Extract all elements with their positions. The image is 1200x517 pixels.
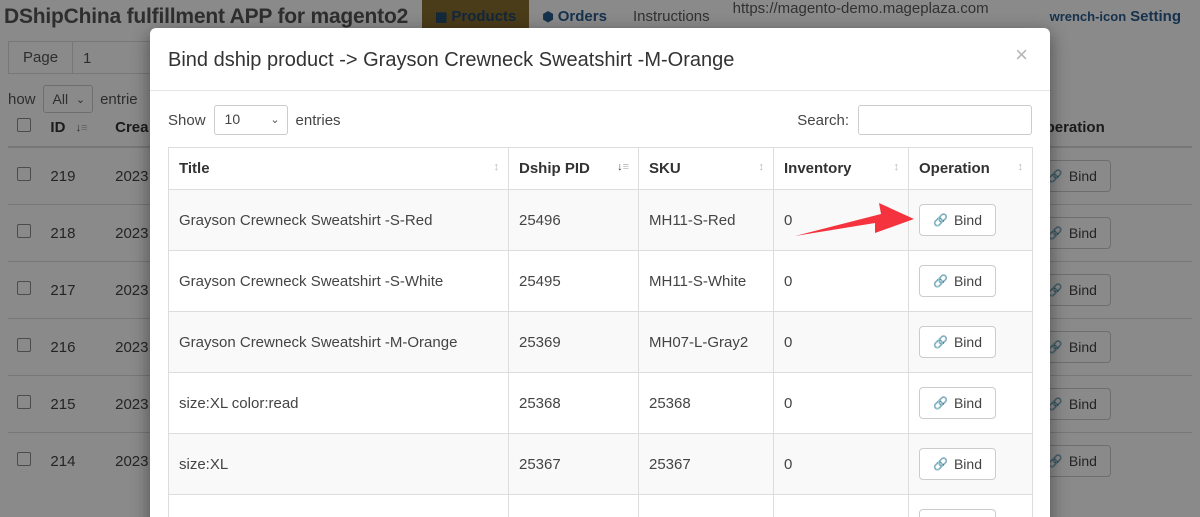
modal-header: Bind dship product -> Grayson Crewneck S… [150,28,1050,91]
cell-operation: 🔗 Bind [908,494,1033,517]
entries-label: entries [295,111,341,129]
cell-inventory: 0 [773,494,909,517]
entries-select[interactable]: 10 [213,105,288,135]
screen: DShipChina fulfillment APP for magento2 … [0,0,1200,517]
link-icon: 🔗 [933,335,948,349]
table-row: 成衣染色的柔软化节棉连帽衫（灰色） 25364 25364 0 🔗 Bind [168,494,1033,517]
cell-sku: MH07-L-Gray2 [638,311,774,373]
table-row: Grayson Crewneck Sweatshirt -S-White 254… [168,250,1033,312]
cell-inventory: 0 [773,372,909,434]
bind-button[interactable]: 🔗 Bind [919,204,996,236]
cell-inventory: 0 [773,189,909,251]
entries-select-wrap[interactable]: 10 ⌄ [213,105,288,135]
cell-title: Grayson Crewneck Sweatshirt -S-White [168,250,509,312]
cell-title: size:XL color:read [168,372,509,434]
bind-button-label: Bind [953,212,982,228]
cell-dship-pid: 25368 [508,372,639,434]
show-label: Show [168,111,206,129]
cell-title: Grayson Crewneck Sweatshirt -M-Orange [168,311,509,373]
bind-button[interactable]: 🔗 Bind [919,265,996,297]
bind-button-label: Bind [953,273,982,289]
cell-sku: MH11-S-Red [638,189,774,251]
column-header-title-label: Title [179,160,210,177]
bind-button[interactable]: 🔗 Bind [919,326,996,358]
cell-sku: 25368 [638,372,774,434]
column-header-title[interactable]: Title ↕ [168,147,509,190]
bind-product-modal: Bind dship product -> Grayson Crewneck S… [150,28,1050,517]
column-header-sku[interactable]: SKU ↕ [638,147,774,190]
search-input[interactable] [858,105,1032,135]
link-icon: 🔗 [933,274,948,288]
cell-dship-pid: 25495 [508,250,639,312]
cell-operation: 🔗 Bind [908,372,1033,434]
cell-dship-pid: 25367 [508,433,639,495]
cell-title: 成衣染色的柔软化节棉连帽衫（灰色） [168,494,509,517]
table-row: size:XL 25367 25367 0 🔗 Bind [168,433,1033,495]
cell-dship-pid: 25364 [508,494,639,517]
cell-inventory: 0 [773,311,909,373]
datatable-head: Title ↕ Dship PID ↓≡ SKU ↕ Inventory ↕ O… [168,147,1033,190]
cell-dship-pid: 25496 [508,189,639,251]
column-header-inventory[interactable]: Inventory ↕ [773,147,909,190]
column-header-dship-pid-label: Dship PID [519,160,590,177]
column-header-operation[interactable]: Operation ↕ [908,147,1033,190]
bind-button[interactable]: 🔗 Bind [919,509,996,517]
table-row: Grayson Crewneck Sweatshirt -M-Orange 25… [168,311,1033,373]
cell-dship-pid: 25369 [508,311,639,373]
link-icon: 🔗 [933,213,948,227]
dship-products-table: Title ↕ Dship PID ↓≡ SKU ↕ Inventory ↕ O… [168,147,1033,517]
modal-body: Show 10 ⌄ entries Search: Title ↕ Dship … [150,91,1050,517]
sort-icon-dship-pid-desc: ↓≡ [617,161,629,173]
datatable-header-row: Title ↕ Dship PID ↓≡ SKU ↕ Inventory ↕ O… [168,147,1033,190]
cell-sku: MH11-S-White [638,250,774,312]
sort-icon-inventory: ↕ [893,161,900,173]
cell-inventory: 0 [773,250,909,312]
sort-icon-operation: ↕ [1017,161,1024,173]
show-entries-control: Show 10 ⌄ entries [168,105,341,135]
table-row: Grayson Crewneck Sweatshirt -S-Red 25496… [168,189,1033,251]
datatable-controls: Show 10 ⌄ entries Search: [168,105,1032,135]
column-header-inventory-label: Inventory [784,160,852,177]
datatable-body: Grayson Crewneck Sweatshirt -S-Red 25496… [168,189,1033,517]
search-control: Search: [797,105,1032,135]
link-icon: 🔗 [933,396,948,410]
cell-title: size:XL [168,433,509,495]
bind-button-label: Bind [953,395,982,411]
cell-sku: 25364 [638,494,774,517]
sort-icon-sku: ↕ [758,161,765,173]
cell-operation: 🔗 Bind [908,189,1033,251]
bind-button-label: Bind [953,456,982,472]
column-header-dship-pid[interactable]: Dship PID ↓≡ [508,147,639,190]
modal-title: Bind dship product -> Grayson Crewneck S… [168,49,735,71]
bind-button-label: Bind [953,334,982,350]
cell-operation: 🔗 Bind [908,311,1033,373]
cell-inventory: 0 [773,433,909,495]
cell-operation: 🔗 Bind [908,433,1033,495]
column-header-operation-label: Operation [919,160,990,177]
table-row: size:XL color:read 25368 25368 0 🔗 Bind [168,372,1033,434]
link-icon: 🔗 [933,457,948,471]
bind-button[interactable]: 🔗 Bind [919,387,996,419]
cell-title: Grayson Crewneck Sweatshirt -S-Red [168,189,509,251]
close-icon[interactable]: × [1009,42,1034,68]
sort-icon-title: ↕ [493,161,500,173]
cell-operation: 🔗 Bind [908,250,1033,312]
column-header-sku-label: SKU [649,160,681,177]
cell-sku: 25367 [638,433,774,495]
search-label: Search: [797,111,849,129]
bind-button[interactable]: 🔗 Bind [919,448,996,480]
